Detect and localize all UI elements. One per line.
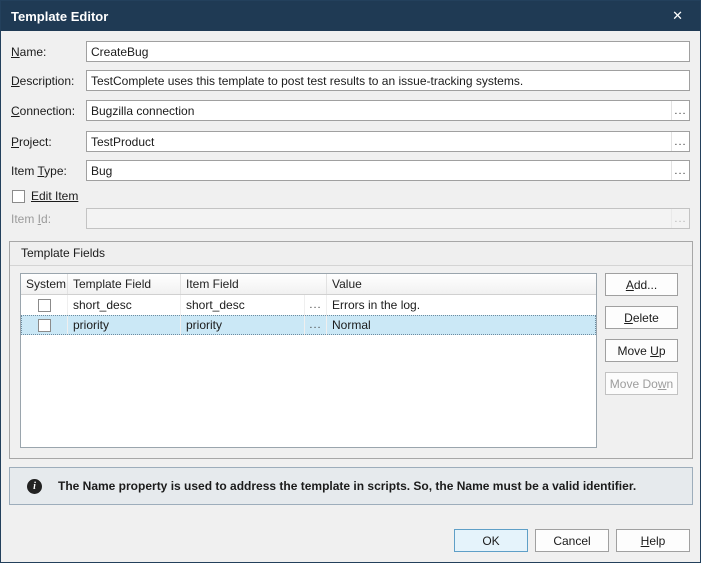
template-field-cell[interactable]: priority [68, 315, 181, 335]
item-id-label: Item Id: [11, 212, 86, 226]
cancel-button[interactable]: Cancel [535, 529, 609, 552]
dialog-footer: OK Cancel Help [454, 529, 690, 552]
name-field-wrap [86, 41, 690, 62]
edit-item-checkbox[interactable] [12, 190, 25, 203]
project-field-wrap: ... [86, 131, 690, 152]
item-type-browse-button[interactable]: ... [671, 161, 689, 180]
item-type-label: Item Type: [11, 164, 86, 178]
title-bar[interactable]: Template Editor ✕ [1, 1, 700, 31]
template-fields-table: System Template Field Item Field Value s… [20, 273, 597, 448]
system-cell [21, 295, 68, 315]
name-input[interactable] [87, 42, 689, 61]
name-row: Name: [11, 41, 690, 62]
description-row: Description: [11, 70, 690, 91]
description-label: Description: [11, 74, 86, 88]
connection-input[interactable] [87, 101, 671, 120]
close-icon[interactable]: ✕ [665, 6, 690, 26]
table-row[interactable]: priority priority ... Normal [21, 315, 596, 335]
column-header-item-field[interactable]: Item Field [181, 274, 327, 294]
project-input[interactable] [87, 132, 671, 151]
template-fields-caption: Template Fields [10, 242, 692, 266]
row-system-checkbox[interactable] [38, 319, 51, 332]
column-header-system[interactable]: System [21, 274, 68, 294]
edit-item-label: Edit Item [31, 189, 78, 203]
help-button[interactable]: Help [616, 529, 690, 552]
template-field-cell[interactable]: short_desc [68, 295, 181, 315]
item-id-row: Item Id: ... [11, 208, 690, 229]
project-label: Project: [11, 135, 86, 149]
item-id-input [87, 209, 671, 228]
move-down-button: Move Down [605, 372, 678, 395]
delete-button[interactable]: Delete [605, 306, 678, 329]
item-type-input[interactable] [87, 161, 671, 180]
edit-item-row: Edit Item [12, 188, 78, 204]
connection-label: Connection: [11, 104, 86, 118]
column-header-value[interactable]: Value [327, 274, 596, 294]
system-cell [21, 315, 68, 335]
add-button[interactable]: Add... [605, 273, 678, 296]
value-cell[interactable]: Normal [327, 315, 596, 335]
description-input[interactable] [87, 71, 689, 90]
info-bar: i The Name property is used to address t… [9, 467, 693, 505]
project-browse-button[interactable]: ... [671, 132, 689, 151]
ok-button[interactable]: OK [454, 529, 528, 552]
item-id-browse-button: ... [671, 209, 689, 228]
project-row: Project: ... [11, 131, 690, 152]
item-type-field-wrap: ... [86, 160, 690, 181]
window-title: Template Editor [11, 9, 108, 24]
info-text: The Name property is used to address the… [58, 479, 636, 493]
description-field-wrap [86, 70, 690, 91]
connection-field-wrap: ... [86, 100, 690, 121]
row-ellipsis-button[interactable]: ... [305, 295, 327, 315]
template-fields-group: Template Fields System Template Field It… [9, 241, 693, 459]
connection-browse-button[interactable]: ... [671, 101, 689, 120]
name-label: Name: [11, 45, 86, 59]
column-header-template-field[interactable]: Template Field [68, 274, 181, 294]
item-id-field-wrap: ... [86, 208, 690, 229]
item-field-cell[interactable]: short_desc [181, 295, 305, 315]
table-action-buttons: Add... Delete Move Up Move Down [605, 273, 678, 395]
item-type-row: Item Type: ... [11, 160, 690, 181]
item-field-cell[interactable]: priority [181, 315, 305, 335]
value-cell[interactable]: Errors in the log. [327, 295, 596, 315]
table-row[interactable]: short_desc short_desc ... Errors in the … [21, 295, 596, 315]
connection-row: Connection: ... [11, 100, 690, 121]
row-system-checkbox[interactable] [38, 299, 51, 312]
move-up-button[interactable]: Move Up [605, 339, 678, 362]
table-header: System Template Field Item Field Value [21, 274, 596, 295]
info-icon: i [27, 479, 42, 494]
row-ellipsis-button[interactable]: ... [305, 315, 327, 335]
